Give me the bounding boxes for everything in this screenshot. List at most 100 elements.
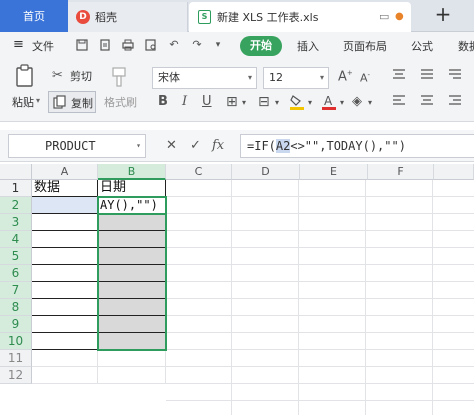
cell-b4[interactable] xyxy=(98,231,166,248)
font-name-select[interactable]: 宋体 ▾ xyxy=(152,67,257,89)
copy-button[interactable]: 复制 xyxy=(48,91,96,113)
row-header-10[interactable]: 10 xyxy=(0,333,32,350)
fill-dropdown-icon[interactable]: ▾ xyxy=(308,98,312,107)
cell-b5[interactable] xyxy=(98,248,166,265)
cell-a5[interactable] xyxy=(32,248,98,265)
column-header-c[interactable]: C xyxy=(166,164,232,180)
undo-icon[interactable]: ↶ xyxy=(168,39,180,51)
cell-b9[interactable] xyxy=(98,316,166,333)
decrease-font-icon[interactable]: A- xyxy=(360,71,370,85)
align-top-icon[interactable] xyxy=(392,68,406,83)
print-preview-icon[interactable] xyxy=(145,39,157,51)
align-middle-icon[interactable] xyxy=(420,68,434,83)
align-left-icon[interactable] xyxy=(392,94,406,109)
print-icon[interactable] xyxy=(122,39,134,51)
quick-access-dropdown-icon[interactable]: ▾ xyxy=(212,39,224,51)
paste-label[interactable]: 粘贴 xyxy=(12,94,34,110)
redo-icon[interactable]: ↷ xyxy=(191,39,203,51)
format-painter-label[interactable]: 格式刷 xyxy=(104,94,137,110)
menu-formula[interactable]: 公式 xyxy=(411,38,433,54)
confirm-formula-icon[interactable]: ✓ xyxy=(190,138,201,153)
format-painter-icon[interactable] xyxy=(110,66,128,88)
row-header-11[interactable]: 11 xyxy=(0,350,32,367)
empty-cells-area[interactable] xyxy=(166,180,474,415)
cell-b11[interactable] xyxy=(98,350,166,367)
border-dropdown-icon[interactable]: ▾ xyxy=(242,98,246,107)
cell-a8[interactable] xyxy=(32,299,98,316)
row-header-4[interactable]: 4 xyxy=(0,231,32,248)
row-header-9[interactable]: 9 xyxy=(0,316,32,333)
column-header-b[interactable]: B xyxy=(98,164,166,180)
insert-function-icon[interactable]: fx xyxy=(212,138,224,153)
menu-data[interactable]: 数据 xyxy=(458,38,474,54)
cell-b12[interactable] xyxy=(98,367,166,384)
tab-file[interactable]: S 新建 XLS 工作表.xls ▭ ● xyxy=(189,2,411,32)
align-right-icon[interactable] xyxy=(448,94,462,109)
row-header-5[interactable]: 5 xyxy=(0,248,32,265)
column-header-g[interactable] xyxy=(434,164,474,180)
scissors-icon[interactable]: ✂ xyxy=(52,68,63,83)
cell-a12[interactable] xyxy=(32,367,98,384)
row-header-12[interactable]: 12 xyxy=(0,367,32,384)
cell-b8[interactable] xyxy=(98,299,166,316)
cell-a6[interactable] xyxy=(32,265,98,282)
font-color-icon[interactable]: A xyxy=(322,94,336,114)
cell-a4[interactable] xyxy=(32,231,98,248)
font-size-select[interactable]: 12 ▾ xyxy=(263,67,329,89)
italic-icon[interactable]: I xyxy=(182,94,187,109)
cell-b1[interactable]: 日期 xyxy=(98,180,166,197)
increase-font-icon[interactable]: A+ xyxy=(338,69,353,84)
font-color-dropdown-icon[interactable]: ▾ xyxy=(340,98,344,107)
cut-label[interactable]: 剪切 xyxy=(70,68,92,84)
row-header-1[interactable]: 1 xyxy=(0,180,32,197)
merge-dropdown-icon[interactable]: ▾ xyxy=(275,98,279,107)
row-header-8[interactable]: 8 xyxy=(0,299,32,316)
cell-a7[interactable] xyxy=(32,282,98,299)
cell-a1[interactable]: 数据 xyxy=(32,180,98,197)
cancel-formula-icon[interactable]: ✕ xyxy=(166,138,177,153)
align-center-icon[interactable] xyxy=(420,94,434,109)
tab-daoke[interactable]: D 稻壳 xyxy=(68,2,188,32)
column-header-a[interactable]: A xyxy=(32,164,98,180)
bold-icon[interactable]: B xyxy=(158,94,168,109)
monitor-icon[interactable]: ▭ xyxy=(379,10,389,23)
tab-home[interactable]: 首页 xyxy=(0,0,68,32)
clear-format-icon[interactable]: ◈ xyxy=(352,94,362,109)
underline-icon[interactable]: U xyxy=(202,94,212,109)
export-pdf-icon[interactable] xyxy=(99,39,111,51)
menu-file[interactable]: 文件 xyxy=(32,38,54,54)
menu-page-layout[interactable]: 页面布局 xyxy=(343,38,387,54)
row-header-2[interactable]: 2 xyxy=(0,197,32,214)
cell-b3[interactable] xyxy=(98,214,166,231)
cell-a9[interactable] xyxy=(32,316,98,333)
column-header-e[interactable]: E xyxy=(300,164,368,180)
cell-a10[interactable] xyxy=(32,333,98,350)
cell-b7[interactable] xyxy=(98,282,166,299)
menu-start[interactable]: 开始 xyxy=(240,36,282,56)
select-all-corner[interactable] xyxy=(0,164,32,180)
align-bottom-icon[interactable] xyxy=(448,68,462,83)
border-icon[interactable]: ⊞ xyxy=(226,94,238,110)
cell-b10[interactable] xyxy=(98,333,166,350)
menu-insert[interactable]: 插入 xyxy=(297,38,319,54)
row-header-7[interactable]: 7 xyxy=(0,282,32,299)
fill-color-icon[interactable] xyxy=(290,94,304,114)
cell-b6[interactable] xyxy=(98,265,166,282)
row-header-3[interactable]: 3 xyxy=(0,214,32,231)
add-tab-button[interactable]: + xyxy=(432,4,454,26)
cell-a3[interactable] xyxy=(32,214,98,231)
save-icon[interactable] xyxy=(76,39,88,51)
cell-a2[interactable] xyxy=(32,197,98,214)
merge-cells-icon[interactable]: ⊟ xyxy=(258,94,270,110)
row-header-6[interactable]: 6 xyxy=(0,265,32,282)
hamburger-menu-icon[interactable]: ≡ xyxy=(13,37,24,52)
paste-icon[interactable] xyxy=(14,64,36,88)
cell-b2[interactable]: AY(),"") xyxy=(98,197,166,214)
name-box[interactable]: PRODUCT ▾ xyxy=(8,134,146,158)
column-header-f[interactable]: F xyxy=(368,164,434,180)
clear-dropdown-icon[interactable]: ▾ xyxy=(368,98,372,107)
formula-input[interactable]: =IF(A2<>"",TODAY(),"") xyxy=(240,134,474,158)
cell-a11[interactable] xyxy=(32,350,98,367)
column-header-d[interactable]: D xyxy=(232,164,300,180)
paste-dropdown-icon[interactable]: ▾ xyxy=(36,96,40,105)
